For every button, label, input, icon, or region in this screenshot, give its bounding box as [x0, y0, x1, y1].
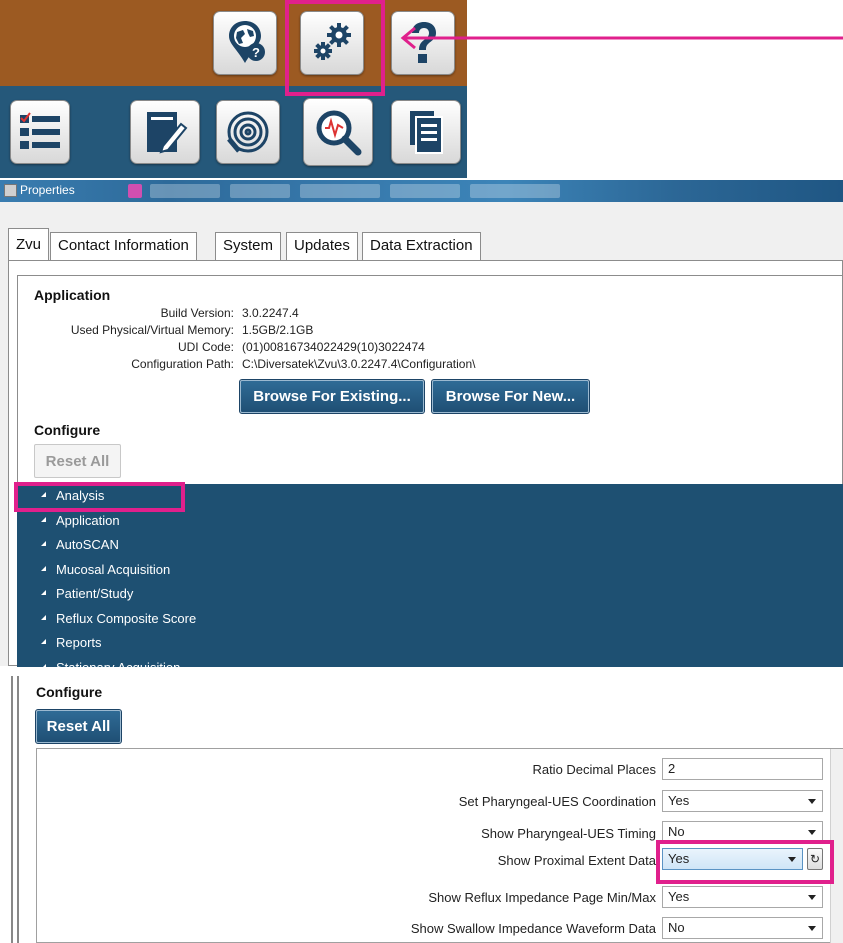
- dropdown-value: Yes: [668, 793, 690, 808]
- setting-label: Ratio Decimal Places: [532, 762, 656, 777]
- configure-detail-heading: Configure: [36, 684, 103, 700]
- tree-item-autoscan[interactable]: AutoSCAN: [41, 533, 119, 557]
- ratio-decimal-places-input[interactable]: 2: [662, 758, 823, 780]
- setting-label: Show Proximal Extent Data: [497, 853, 656, 868]
- memory-value: 1.5GB/2.1GB: [242, 323, 314, 337]
- document-stack-icon: [410, 111, 443, 154]
- browse-existing-button[interactable]: Browse For Existing...: [239, 379, 425, 414]
- notepad-edit-icon: [147, 112, 188, 154]
- tab-data-extraction[interactable]: Data Extraction: [362, 232, 481, 260]
- tree-item-label: Stationary Acquisition: [56, 660, 181, 675]
- background-toolbar-ghost: [128, 184, 142, 198]
- dropdown-value: No: [668, 920, 685, 935]
- reports-button[interactable]: [391, 100, 461, 164]
- tree-item-label: Reflux Composite Score: [56, 611, 197, 626]
- checklist-icon: [20, 112, 60, 149]
- tree-item-reports[interactable]: Reports: [41, 631, 102, 655]
- input-value: 2: [668, 761, 676, 776]
- tree-item-label: Mucosal Acquisition: [56, 562, 171, 577]
- tree-item-patient-study[interactable]: Patient/Study: [41, 582, 133, 606]
- proximal-extent-highlight-box: [656, 840, 834, 884]
- notes-button[interactable]: [130, 100, 200, 164]
- tree-item-label: Patient/Study: [56, 586, 134, 601]
- dropdown-value: Yes: [668, 889, 690, 904]
- show-swallow-impedance-waveform-dropdown[interactable]: No: [662, 917, 823, 939]
- build-version-label: Build Version:: [160, 306, 234, 320]
- globe-help-icon: ?: [229, 21, 265, 63]
- memory-label: Used Physical/Virtual Memory:: [70, 323, 234, 337]
- panel-border: [11, 676, 13, 943]
- expand-triangle-icon: [41, 615, 46, 621]
- expand-triangle-icon: [41, 517, 46, 523]
- reset-all-button-disabled[interactable]: Reset All: [34, 444, 121, 478]
- configure-heading: Configure: [34, 422, 101, 438]
- properties-titlebar: Properties: [0, 180, 843, 202]
- window-title: Properties: [20, 183, 75, 197]
- analysis-highlight-box: [14, 482, 185, 512]
- tab-updates[interactable]: Updates: [286, 232, 358, 260]
- browse-new-button[interactable]: Browse For New...: [431, 379, 590, 414]
- chevron-down-icon: [808, 926, 816, 931]
- udi-code-value: (01)00816734022429(10)3022474: [242, 340, 425, 354]
- fingerprint-button[interactable]: [216, 100, 280, 164]
- application-heading: Application: [34, 287, 111, 303]
- tab-bar: Zvu Contact Information System Updates D…: [8, 228, 843, 262]
- tree-item-label: AutoSCAN: [56, 537, 119, 552]
- globe-help-button[interactable]: ?: [213, 11, 277, 75]
- setting-label: Show Pharyngeal-UES Timing: [481, 826, 656, 841]
- analysis-button[interactable]: [303, 98, 373, 166]
- tab-contact-information[interactable]: Contact Information: [50, 232, 197, 260]
- dropdown-value: No: [668, 824, 685, 839]
- build-version-value: 3.0.2247.4: [242, 306, 299, 320]
- tree-item-mucosal-acquisition[interactable]: Mucosal Acquisition: [41, 558, 170, 582]
- background-toolbar-ghost: [150, 184, 220, 198]
- chevron-down-icon: [808, 830, 816, 835]
- expand-triangle-icon: [41, 664, 46, 670]
- background-toolbar-ghost: [300, 184, 380, 198]
- magnify-analysis-icon: [316, 110, 362, 156]
- setting-label: Show Swallow Impedance Waveform Data: [410, 921, 656, 936]
- background-toolbar-ghost: [230, 184, 290, 198]
- expand-triangle-icon: [41, 639, 46, 645]
- reset-all-button[interactable]: Reset All: [35, 709, 122, 744]
- tree-item-reflux-composite-score[interactable]: Reflux Composite Score: [41, 607, 196, 631]
- expand-triangle-icon: [41, 590, 46, 596]
- checklist-button[interactable]: [10, 100, 70, 164]
- chevron-down-icon: [808, 799, 816, 804]
- fingerprint-icon: [227, 111, 269, 153]
- tree-item-label: Application: [56, 513, 120, 528]
- background-toolbar-ghost: [390, 184, 460, 198]
- udi-code-label: UDI Code:: [177, 340, 234, 354]
- background-toolbar-ghost: [470, 184, 560, 198]
- chevron-down-icon: [808, 895, 816, 900]
- setting-label: Show Reflux Impedance Page Min/Max: [428, 890, 656, 905]
- settings-highlight-box: [285, 0, 385, 96]
- svg-text:?: ?: [252, 45, 260, 60]
- config-path-value: C:\Diversatek\Zvu\3.0.2247.4\Configurati…: [242, 357, 476, 371]
- tree-item-application[interactable]: Application: [41, 509, 120, 533]
- expand-triangle-icon: [41, 541, 46, 547]
- show-reflux-impedance-min-max-dropdown[interactable]: Yes: [662, 886, 823, 908]
- tab-system[interactable]: System: [215, 232, 282, 260]
- window-app-icon: [4, 184, 17, 197]
- callout-arrow: [400, 26, 843, 50]
- panel-border: [17, 676, 19, 943]
- set-pharyngeal-ues-coordination-dropdown[interactable]: Yes: [662, 790, 823, 812]
- expand-triangle-icon: [41, 566, 46, 572]
- setting-label: Set Pharyngeal-UES Coordination: [458, 794, 656, 809]
- tree-item-label: Reports: [56, 635, 102, 650]
- config-path-label: Configuration Path:: [131, 357, 234, 371]
- tab-zvu[interactable]: Zvu: [8, 228, 50, 260]
